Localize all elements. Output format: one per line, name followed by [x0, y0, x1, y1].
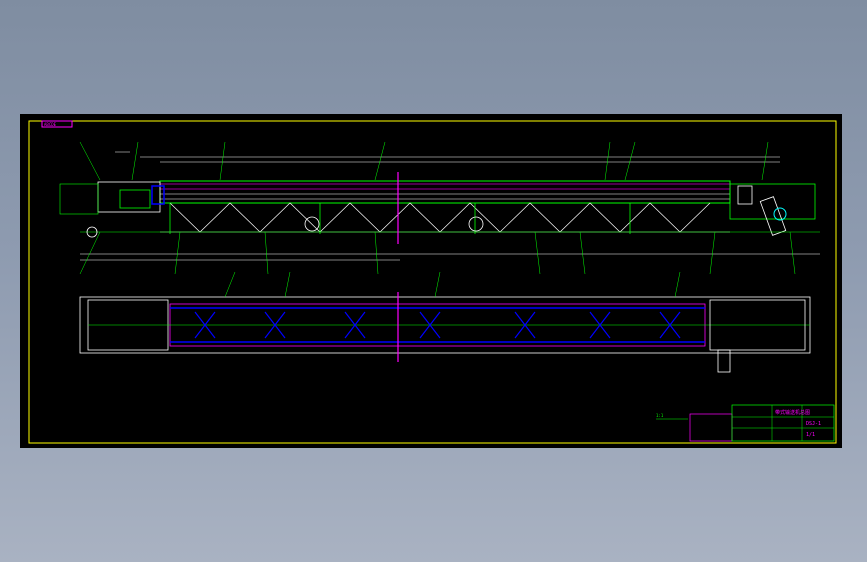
- tag-label: ABCDE: [44, 122, 57, 127]
- drive-unit: [759, 196, 787, 236]
- conveyor-frame: [159, 180, 731, 204]
- elevation-view: [59, 141, 820, 275]
- head-section: [729, 183, 816, 220]
- drawing-number: DSJ-1: [806, 421, 821, 427]
- truss-support: [169, 202, 711, 233]
- cad-viewport[interactable]: ABCDE 1:1 带式输送机总图 DSJ-1 1/1: [20, 114, 842, 448]
- drawing-border: [28, 120, 837, 444]
- title-block: 1:1 带式输送机总图 DSJ-1 1/1: [656, 404, 835, 442]
- title-text: 带式输送机总图: [775, 409, 810, 416]
- cad-drawing: ABCDE 1:1 带式输送机总图 DSJ-1 1/1: [28, 120, 837, 444]
- plan-view: [79, 271, 811, 373]
- scale-note: 1:1: [656, 413, 664, 418]
- tail-section: [97, 181, 161, 213]
- wheel-icon: [468, 216, 484, 232]
- sheet-number: 1/1: [806, 432, 815, 438]
